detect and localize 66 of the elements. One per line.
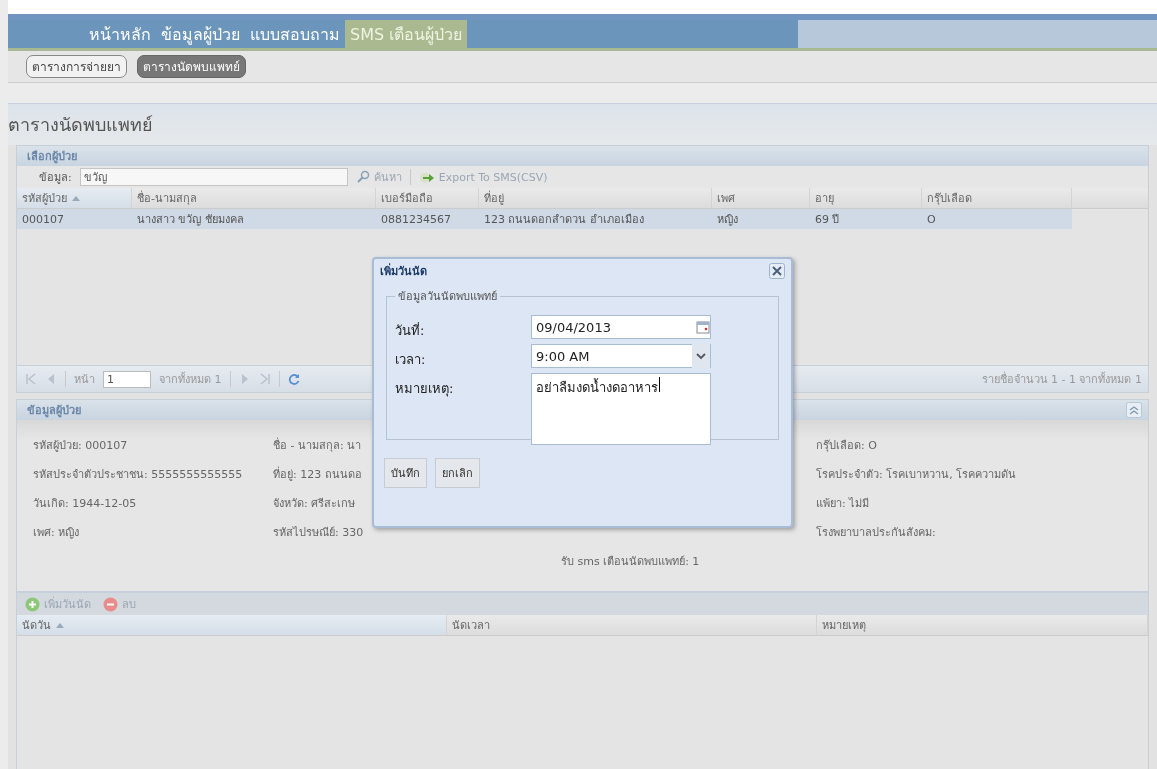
column-header[interactable]: นัดวัน — [17, 615, 447, 635]
column-header[interactable]: ชื่อ-นามสกุล — [132, 188, 376, 208]
table-cell-text: O — [926, 212, 937, 226]
info-text: รับ sms เตือนนัดพบแพทย์: 1 — [561, 554, 700, 568]
search-field[interactable]: ขวัญ — [79, 168, 348, 186]
nav-tab[interactable]: ข้อมูลผู้ป่วย — [156, 20, 245, 48]
column-header[interactable]: รหัสผู้ป่วย — [17, 188, 132, 208]
table-row[interactable]: 000107 นางสาว ขวัญ ชัยมงคล 0881234567 123 ถนนดอกสำดวน อำเภอเมือง หญิง 69 ปี O — [17, 209, 1072, 229]
info-text: แพ้ยา: ไม่มี — [816, 496, 870, 510]
first-page-icon[interactable] — [25, 373, 37, 385]
nav-tab[interactable]: หน้าหลัก — [84, 20, 156, 48]
column-header[interactable]: อายุ — [810, 188, 922, 208]
table-cell-text: 69 ปี — [814, 212, 841, 228]
search-icon — [355, 170, 370, 184]
table-cell-text: หญิง — [716, 212, 739, 228]
column-header[interactable]: เบอร์มือถือ — [376, 188, 479, 208]
column-header[interactable]: นัดเวลา — [447, 615, 817, 635]
dialog-title: เพิ่มวันนัด — [380, 262, 427, 280]
field-label: วันที่: — [395, 321, 426, 340]
panel-title: เลือกผู้ป่วย — [17, 146, 1148, 166]
info-text: รหัสไปรษณีย์: 330 — [273, 525, 364, 539]
page-total: จากทั้งหมด 1 — [159, 371, 222, 388]
group-legend: ข้อมูลวันนัดพบแพทย์ — [395, 287, 500, 305]
sub-tab[interactable]: ตารางการจ่ายยา — [26, 55, 127, 78]
page-title: ตารางนัดพบแพทย์ — [8, 104, 1157, 145]
table-cell-text: นางสาว ขวัญ ชัยมงคล — [136, 212, 245, 228]
calendar-icon[interactable] — [696, 320, 710, 334]
table-cell-text: 000107 — [21, 212, 65, 226]
last-page-icon[interactable] — [258, 373, 271, 385]
collapse-icon[interactable] — [1126, 402, 1142, 418]
date-field[interactable]: 09/04/2013 — [531, 315, 711, 339]
info-text: กรุ๊ปเลือด: O — [816, 438, 877, 452]
dropdown-caret-icon[interactable] — [692, 344, 710, 368]
delete-icon — [103, 596, 118, 612]
record-summary: รายชื่อจำนวน 1 - 1 จากทั้งหมด 1 — [981, 370, 1142, 388]
panel-title: ข้อมูลผู้ป่วย — [27, 403, 81, 419]
page-label: หน้า — [74, 372, 95, 388]
nav-tab[interactable]: แบบสอบถาม — [245, 20, 345, 48]
add-icon — [25, 596, 40, 612]
info-text: ที่อยู่: 123 ถนนดอ — [273, 465, 362, 481]
export-icon — [418, 170, 435, 184]
time-dropdown[interactable]: 9:00 AM — [531, 344, 711, 368]
field-label: หมายเหตุ: — [395, 380, 455, 399]
column-header[interactable]: เพศ — [712, 188, 810, 208]
dialog-button[interactable]: ยกเลิก — [435, 458, 480, 488]
info-text: รหัสประจำตัวประชาชน: 5555555555555 — [33, 467, 243, 481]
refresh-icon[interactable] — [287, 373, 300, 385]
column-header[interactable]: กรุ๊ปเลือด — [922, 188, 1072, 208]
sub-tab[interactable]: ตารางนัดพบแพทย์ — [137, 55, 246, 78]
page-field[interactable]: 1 — [103, 370, 151, 388]
info-text: โรงพยาบาลประกันสังคม: — [816, 525, 936, 539]
field-label: ข้อมูล: — [39, 170, 72, 186]
info-text: เพศ: หญิง — [33, 525, 80, 539]
table-cell-text: 123 ถนนดอกสำดวน อำเภอเมือง — [483, 212, 645, 228]
info-text: จังหวัด: ศรีสะเกษ — [273, 496, 356, 510]
info-text: วันเกิด: 1944-12-05 — [33, 496, 137, 510]
dialog-button[interactable]: บันทึก — [384, 458, 427, 488]
info-text: โรคประจำตัว: โรคเบาหวาน, โรคความดัน — [816, 467, 1017, 481]
column-header[interactable]: หมายเหตุ — [817, 615, 1148, 635]
field-label: เวลา: — [395, 351, 427, 369]
table-cell-text: 0881234567 — [380, 212, 452, 226]
note-textarea[interactable]: อย่าลืมงดน้ำงดอาหาร — [531, 373, 711, 445]
info-text: ชื่อ - นามสกุล: นา — [273, 436, 362, 452]
column-header[interactable]: ที่อยู่ — [479, 188, 712, 208]
info-text: รหัสผู้ป่วย: 000107 — [33, 438, 128, 452]
close-icon[interactable] — [769, 263, 785, 279]
